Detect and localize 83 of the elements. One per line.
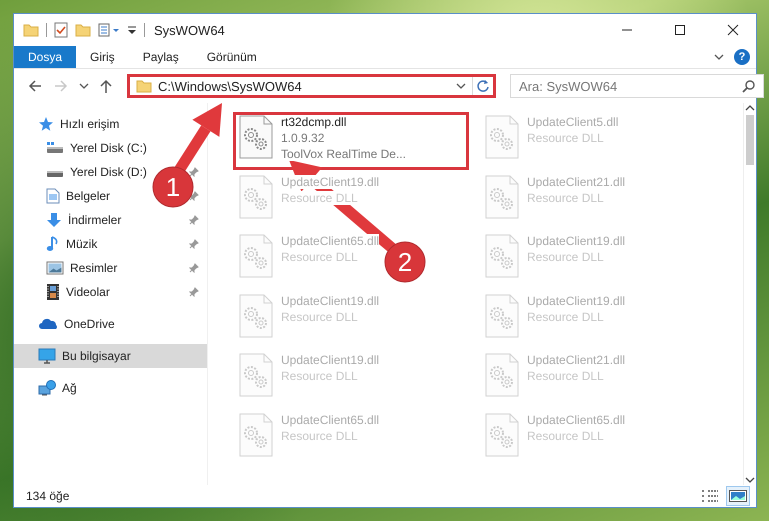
nav-item[interactable]: Yerel Disk (D:) xyxy=(46,160,147,184)
maximize-icon[interactable] xyxy=(674,24,686,36)
file-name: UpdateClient5.dll xyxy=(527,115,618,129)
file-detail: Resource DLL xyxy=(527,428,604,442)
step-badge: 1 xyxy=(152,166,194,208)
folder-icon xyxy=(75,23,91,37)
file-detail: Resource DLL xyxy=(527,250,604,264)
file-detail: Resource DLL xyxy=(281,250,358,264)
dropdown-icon xyxy=(127,25,137,35)
ribbon-tab[interactable]: Dosya xyxy=(14,46,76,68)
pin-icon xyxy=(189,287,199,297)
properties-icon xyxy=(98,23,120,37)
file-name: UpdateClient21.dll xyxy=(527,353,626,367)
refresh-icon[interactable] xyxy=(476,79,490,93)
pin-icon xyxy=(189,167,199,177)
picture-icon xyxy=(46,261,64,275)
star-icon xyxy=(38,116,54,132)
file-detail: Resource DLL xyxy=(527,369,604,383)
file-name: UpdateClient19.dll xyxy=(281,294,380,308)
back-arrow-icon[interactable] xyxy=(27,78,43,94)
file-detail: Resource DLL xyxy=(281,190,358,204)
nav-item[interactable]: OneDrive xyxy=(38,312,115,336)
view-button[interactable] xyxy=(726,486,750,506)
scrollbar-thumb[interactable] xyxy=(746,115,754,165)
folder-icon xyxy=(23,23,39,37)
music-note-icon xyxy=(46,236,60,252)
ribbon-tab[interactable]: Görünüm xyxy=(192,46,271,68)
file-name: UpdateClient65.dll xyxy=(281,412,380,426)
drive-icon xyxy=(46,141,64,155)
nav-item[interactable]: Resimler xyxy=(46,256,118,280)
pin-icon xyxy=(189,263,199,273)
search-field[interactable]: Ara: SysWOW64 xyxy=(510,74,764,98)
recent-locations-icon[interactable] xyxy=(79,82,89,90)
file-detail: Resource DLL xyxy=(281,369,358,383)
nav-item[interactable]: Yerel Disk (C:) xyxy=(46,136,147,160)
nav-item[interactable]: Hızlı erişim xyxy=(38,112,120,136)
pin-icon xyxy=(189,191,199,201)
file-detail: Resource DLL xyxy=(527,310,604,324)
close-icon[interactable] xyxy=(727,24,739,36)
file-detail: 1.0.9.32 xyxy=(281,131,324,145)
nav-item[interactable]: Ağ xyxy=(38,376,77,400)
address-dropdown-icon[interactable] xyxy=(456,82,466,90)
file-tile[interactable]: rt32dcmp.dll 1.0.9.32 ToolVox RealTime De... xyxy=(233,112,469,170)
cloud-icon xyxy=(38,318,58,330)
up-arrow-icon[interactable] xyxy=(99,78,113,94)
file-detail: Resource DLL xyxy=(281,310,358,324)
nav-item[interactable]: Videolar xyxy=(46,280,110,304)
file-name: UpdateClient65.dll xyxy=(527,412,626,426)
file-name: rt32dcmp.dll xyxy=(281,115,346,129)
file-name: UpdateClient19.dll xyxy=(527,234,626,248)
file-detail: Resource DLL xyxy=(527,131,604,145)
expand-ribbon-icon[interactable] xyxy=(714,53,724,61)
scrollbar[interactable] xyxy=(743,103,756,485)
pin-icon xyxy=(189,239,199,249)
help-button[interactable]: ? xyxy=(734,49,750,65)
file-name: UpdateClient19.dll xyxy=(527,294,626,308)
folder-icon xyxy=(136,79,152,93)
nav-item[interactable]: Belgeler xyxy=(46,184,110,208)
nav-item[interactable]: İndirmeler xyxy=(46,208,122,232)
file-detail: ToolVox RealTime De... xyxy=(281,147,406,161)
ribbon-tab[interactable]: Giriş xyxy=(76,46,129,68)
ribbon-tab[interactable]: Paylaş xyxy=(128,46,193,68)
scroll-down-icon[interactable] xyxy=(745,475,755,485)
window-title: SysWOW64 xyxy=(154,22,225,38)
nav-item[interactable]: Müzik xyxy=(46,232,98,256)
film-icon xyxy=(46,283,60,301)
scroll-up-icon[interactable] xyxy=(745,103,755,113)
item-count: 134 öğe xyxy=(26,489,70,503)
file-name: UpdateClient19.dll xyxy=(281,353,380,367)
file-name: UpdateClient65.dll xyxy=(281,234,380,248)
file-detail: Resource DLL xyxy=(527,190,604,204)
computer-icon xyxy=(38,348,56,364)
step-badge: 2 xyxy=(384,242,426,282)
download-arrow-icon xyxy=(46,212,62,228)
file-detail: Resource DLL xyxy=(281,428,358,442)
file-name: UpdateClient19.dll xyxy=(281,174,380,188)
nav-item[interactable]: Bu bilgisayar xyxy=(14,344,207,368)
network-icon xyxy=(38,380,56,396)
file-name: UpdateClient21.dll xyxy=(527,174,626,188)
document-icon xyxy=(46,188,60,204)
pin-icon xyxy=(189,215,199,225)
checklist-icon xyxy=(54,22,68,38)
address-field[interactable]: C:\Windows\SysWOW64 xyxy=(127,74,496,98)
